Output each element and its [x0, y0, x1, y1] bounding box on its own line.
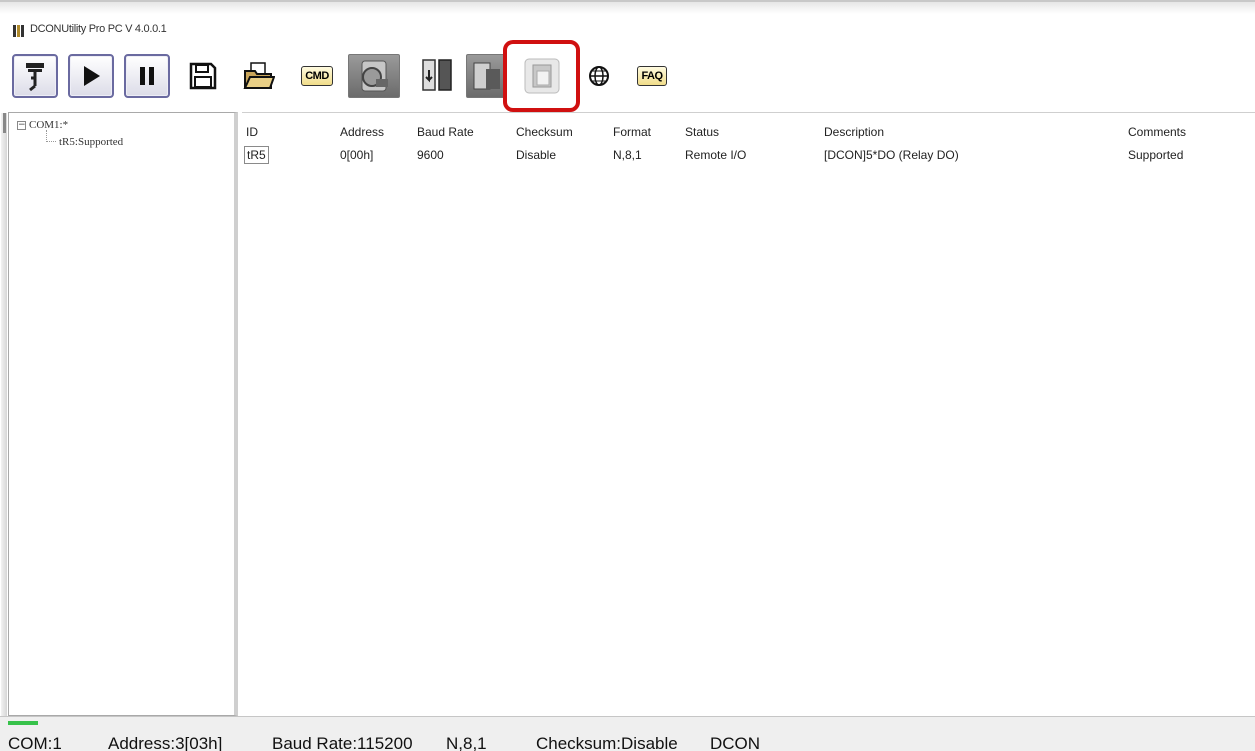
cell-address: 0[00h]: [340, 148, 374, 162]
firmware-button[interactable]: [414, 54, 460, 98]
column-header-description[interactable]: Description: [824, 125, 884, 139]
cell-baud-rate: 9600: [417, 148, 444, 162]
open-button[interactable]: [236, 54, 282, 98]
cell-id[interactable]: tR5: [244, 146, 269, 164]
play-button[interactable]: [68, 54, 114, 98]
tree-connector: [46, 130, 56, 142]
title-bar: DCONUtility Pro PC V 4.0.0.1: [0, 0, 1255, 44]
column-header-address[interactable]: Address: [340, 125, 384, 139]
globe-icon: [589, 66, 609, 86]
tree-item-tr5[interactable]: tR5:Supported: [59, 136, 123, 148]
tree-expander-icon[interactable]: −: [17, 120, 26, 130]
web-button[interactable]: [584, 54, 614, 98]
column-header-checksum[interactable]: Checksum: [516, 125, 573, 139]
device-tree-panel[interactable]: − COM1:* tR5:Supported: [1, 112, 238, 717]
status-baud-rate: Baud Rate:115200: [272, 734, 413, 751]
window-title: DCONUtility Pro PC V 4.0.0.1: [30, 23, 167, 35]
cell-comments: Supported: [1128, 148, 1184, 162]
status-progress: [8, 721, 38, 725]
document-icon: [524, 58, 560, 94]
status-com: COM:1: [8, 734, 62, 751]
pause-icon: [140, 67, 154, 85]
save-icon: [189, 62, 217, 90]
column-header-baud-rate[interactable]: Baud Rate: [417, 125, 474, 139]
column-header-comments[interactable]: Comments: [1128, 125, 1186, 139]
tree-item-com1[interactable]: − COM1:*: [17, 119, 68, 131]
status-format: N,8,1: [446, 734, 487, 751]
column-header-status[interactable]: Status: [685, 125, 719, 139]
panel-grip: [3, 113, 6, 133]
cell-format: N,8,1: [613, 148, 642, 162]
app-logo-icon: [13, 25, 25, 37]
module-config-icon: [361, 60, 388, 92]
module-config-button[interactable]: [348, 54, 400, 98]
cell-status: Remote I/O: [685, 148, 747, 162]
cmd-label: CMD: [301, 66, 333, 86]
toolbar: CMD FAQ: [0, 44, 1255, 112]
faq-button[interactable]: FAQ: [628, 54, 676, 98]
module-list: ID Address Baud Rate Checksum Format Sta…: [242, 112, 1255, 716]
pause-button[interactable]: [124, 54, 170, 98]
save-button[interactable]: [180, 54, 226, 98]
title-bar-edge: [0, 2, 1255, 14]
tree-item-tr5-label: tR5:Supported: [59, 136, 124, 148]
column-header-id[interactable]: ID: [246, 125, 258, 139]
device-info-icon: [473, 62, 500, 90]
column-header-format[interactable]: Format: [613, 125, 651, 139]
firmware-icon: [422, 59, 452, 91]
cmd-button[interactable]: CMD: [292, 54, 342, 98]
search-device-button[interactable]: [12, 54, 58, 98]
play-icon: [84, 66, 100, 86]
cell-checksum: Disable: [516, 148, 557, 162]
status-protocol: DCON: [710, 734, 761, 751]
open-folder-icon: [243, 62, 275, 89]
faq-label: FAQ: [637, 66, 667, 86]
cell-description: [DCON]5*DO (Relay DO): [824, 148, 959, 162]
status-checksum: Checksum:Disable: [536, 734, 678, 751]
status-address: Address:3[03h]: [108, 734, 223, 751]
search-device-icon: [26, 63, 44, 92]
device-info-button[interactable]: [466, 54, 506, 98]
highlighted-tool-button[interactable]: [519, 54, 565, 98]
status-bar: COM:1 Address:3[03h] Baud Rate:115200 N,…: [0, 716, 1255, 751]
